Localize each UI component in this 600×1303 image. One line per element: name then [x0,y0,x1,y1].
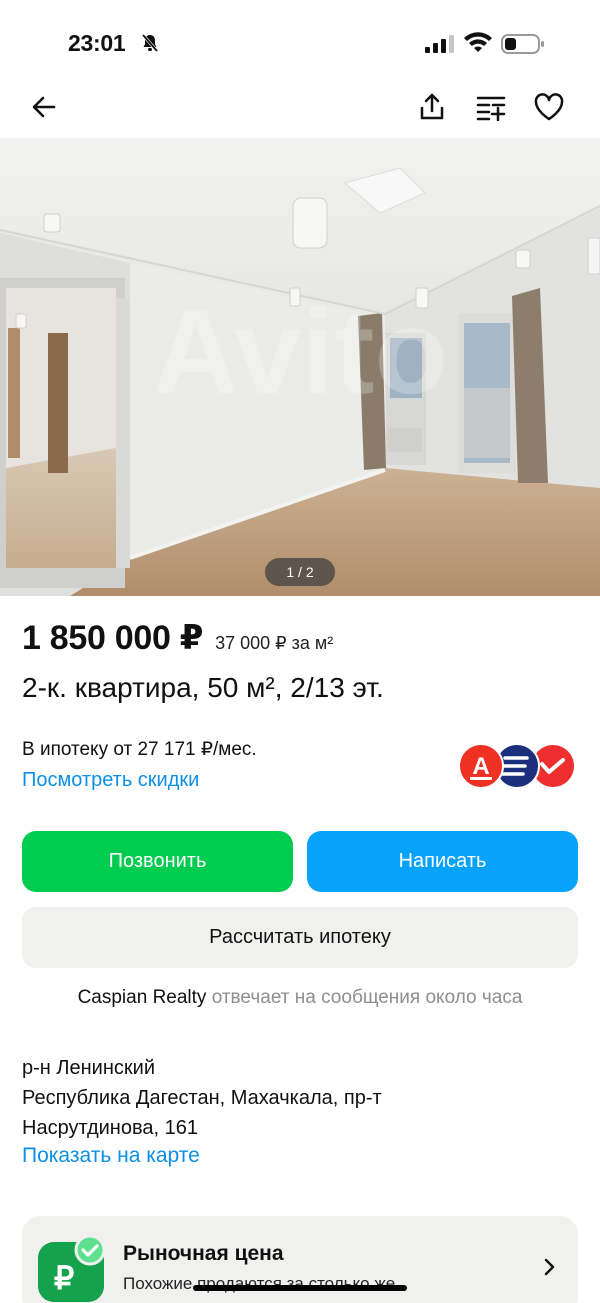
share-button[interactable] [412,87,452,127]
price: 1 850 000 ₽ [22,619,204,657]
show-on-map-link[interactable]: Показать на карте [22,1144,200,1168]
address-line-1: Республика Дагестан, Махачкала, пр-т [22,1087,382,1109]
apartment-photo: Avito [0,138,600,596]
seller-name[interactable]: Caspian Realty [78,987,207,1008]
arrow-left-icon [32,96,56,118]
wifi-icon [464,31,492,55]
write-message-button[interactable]: Написать [307,831,578,892]
bank-logos[interactable]: А [457,742,577,790]
listing-title: 2-к. квартира, 50 м², 2/13 эт. [22,672,384,703]
ruble-check-icon: ₽ [38,1234,108,1303]
photo-gallery[interactable]: Avito 1 / 2 [0,138,600,596]
market-price-title: Рыночная цена [123,1242,284,1265]
svg-text:Avito: Avito [152,285,448,419]
call-button[interactable]: Позвонить [22,831,293,892]
nav-bar [0,80,600,138]
address-district: р-н Ленинский [22,1057,155,1079]
mortgage-payment-text: В ипотеку от 27 171 ₽/мес. [22,739,257,760]
seller-response-line: Caspian Realty отвечает на сообщения око… [0,987,600,1009]
view-discounts-link[interactable]: Посмотреть скидки [22,769,199,792]
svg-text:А: А [472,753,489,780]
bell-muted-icon [140,33,160,53]
status-time: 23:01 [68,30,126,56]
share-icon [420,93,444,120]
add-to-compare-button[interactable] [471,87,511,127]
battery-icon [501,33,545,55]
home-indicator[interactable] [193,1285,407,1291]
alfa-bank-icon: А [458,743,504,789]
svg-text:₽: ₽ [54,1260,74,1296]
price-per-square-meter: 37 000 ₽ за м² [215,633,334,653]
favorite-button[interactable] [529,87,569,127]
signal-icon [424,34,454,54]
heart-icon [534,93,564,121]
address-block: р-н Ленинский Республика Дагестан, Махач… [22,1053,382,1143]
market-price-subtitle: Похожие продаются за столько же [123,1274,396,1293]
price-row: 1 850 000 ₽ 37 000 ₽ за м² [22,618,333,658]
seller-response-time: отвечает на сообщения около часа [211,987,523,1008]
calculate-mortgage-button[interactable]: Рассчитать ипотеку [22,907,578,968]
photo-counter: 1 / 2 [265,558,335,586]
status-bar: 23:01 [0,0,600,80]
back-button[interactable] [24,87,64,127]
address-line-2: Насрутдинова, 161 [22,1117,198,1139]
compare-list-icon [476,96,506,121]
chevron-right-icon [539,1256,559,1278]
